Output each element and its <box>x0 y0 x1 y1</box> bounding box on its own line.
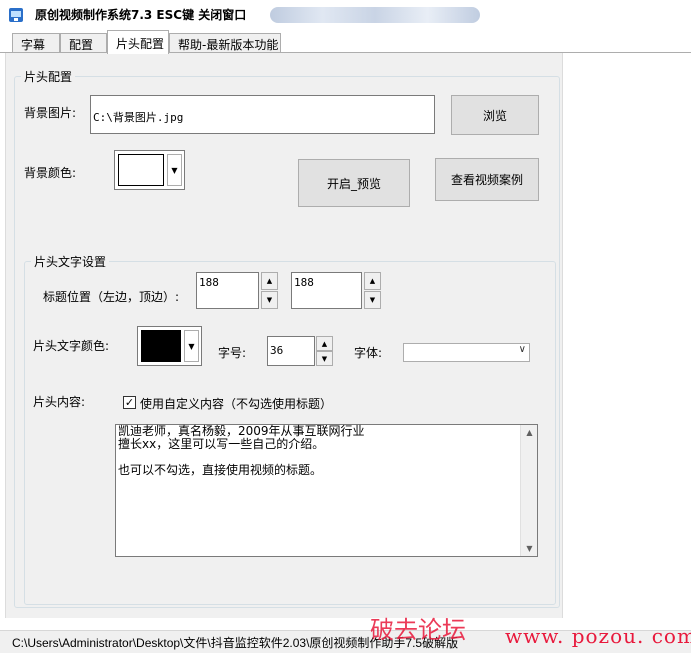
dropdown-arrow-icon[interactable]: ▼ <box>167 154 182 186</box>
title-left-input[interactable]: 188 <box>196 272 259 309</box>
step-down-icon[interactable]: ▼ <box>316 351 333 366</box>
title-top-input[interactable]: 188 <box>291 272 362 309</box>
bg-image-label: 背景图片: <box>24 106 77 120</box>
step-up-icon[interactable]: ▲ <box>316 336 333 351</box>
title-left-stepper[interactable]: ▲ ▼ <box>261 272 278 309</box>
tab-config[interactable]: 配置 <box>60 33 107 53</box>
step-up-icon[interactable]: ▲ <box>261 272 278 290</box>
scroll-up-icon[interactable]: ▲ <box>521 428 538 437</box>
font-select[interactable]: ∨ <box>403 343 530 362</box>
step-up-icon[interactable]: ▲ <box>364 272 381 290</box>
chevron-down-icon: ∨ <box>518 344 526 355</box>
step-down-icon[interactable]: ▼ <box>261 291 278 309</box>
title-bar: 原创视频制作系统7.3 ESC键 关闭窗口 <box>0 0 691 30</box>
tab-intro-config[interactable]: 片头配置 <box>107 30 169 54</box>
text-color-picker[interactable]: ▼ <box>137 326 202 366</box>
preview-button[interactable]: 开启_预览 <box>298 159 410 207</box>
tab-subtitles[interactable]: 字幕 <box>12 33 60 53</box>
browse-button[interactable]: 浏览 <box>451 95 539 135</box>
text-color-swatch <box>141 330 181 362</box>
content-textarea[interactable]: 凯迪老师，真名杨毅，2009年从事互联网行业 擅长xx，这里可以写一些自己的介绍… <box>115 424 538 557</box>
content-text[interactable]: 凯迪老师，真名杨毅，2009年从事互联网行业 擅长xx，这里可以写一些自己的介绍… <box>118 425 519 477</box>
tab-help[interactable]: 帮助-最新版本功能 <box>169 33 281 53</box>
dropdown-arrow-icon[interactable]: ▼ <box>184 330 199 362</box>
custom-content-checkbox[interactable]: ✓ <box>123 396 136 409</box>
scroll-down-icon[interactable]: ▼ <box>521 544 538 553</box>
bg-image-path-input[interactable]: C:\背景图片.jpg <box>90 95 435 134</box>
tab-strip: 字幕 配置 片头配置 帮助-最新版本功能 <box>0 30 691 54</box>
watermark-url: www. pozou. com <box>505 624 691 648</box>
font-size-stepper[interactable]: ▲ ▼ <box>316 336 333 366</box>
font-size-label: 字号: <box>218 346 247 360</box>
intro-config-group-label: 片头配置 <box>24 70 73 84</box>
text-settings-group-label: 片头文字设置 <box>34 255 107 269</box>
app-icon <box>9 8 23 22</box>
blurred-region <box>270 7 480 23</box>
bg-color-label: 背景颜色: <box>24 166 77 180</box>
title-top-stepper[interactable]: ▲ ▼ <box>364 272 381 309</box>
bg-color-swatch <box>118 154 164 186</box>
step-down-icon[interactable]: ▼ <box>364 291 381 309</box>
text-color-label: 片头文字颜色: <box>33 339 110 353</box>
font-label: 字体: <box>354 346 383 360</box>
view-examples-button[interactable]: 查看视频案例 <box>435 158 539 201</box>
font-size-input[interactable]: 36 <box>267 336 315 366</box>
watermark-cn: 破去论坛 <box>370 616 466 644</box>
custom-content-checkbox-label[interactable]: 使用自定义内容（不勾选使用标题） <box>140 395 332 412</box>
bg-color-picker[interactable]: ▼ <box>114 150 185 190</box>
title-position-label: 标题位置（左边，顶边）: <box>43 290 180 304</box>
check-icon: ✓ <box>124 396 135 409</box>
content-label: 片头内容: <box>33 395 86 409</box>
content-scrollbar[interactable]: ▲ ▼ <box>520 425 537 556</box>
window-title: 原创视频制作系统7.3 ESC键 关闭窗口 <box>35 8 247 22</box>
